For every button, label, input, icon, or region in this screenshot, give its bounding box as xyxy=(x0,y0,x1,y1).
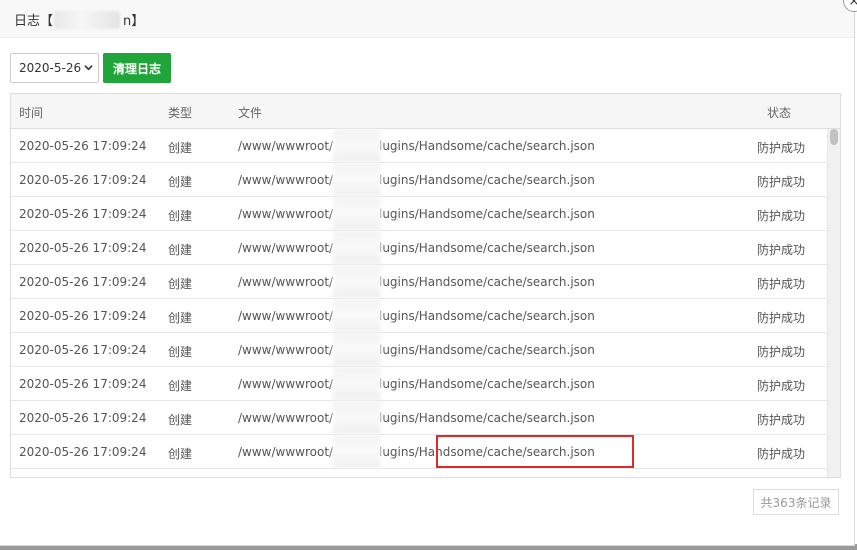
cell-type: 创建 xyxy=(168,379,193,393)
cell-type: 创建 xyxy=(168,311,193,325)
cell-time: 2020-05-26 17:09:24 xyxy=(19,275,147,289)
redaction-blur xyxy=(333,129,381,162)
table-row: 2020-05-26 17:09:24 创建/www/wwwroot/ n/usr… xyxy=(11,401,828,435)
redaction-blur xyxy=(333,401,381,434)
cell-time: 2020-05-26 17:09:24 xyxy=(19,241,147,255)
cell-file: /www/wwwroot/ n/usr/plugins/Handsome/cac… xyxy=(238,377,595,391)
cell-time: 2020-05-26 17:09:24 xyxy=(19,377,147,391)
table-row: 2020-05-26 17:09:24 创建/www/wwwroot/ n/usr… xyxy=(11,231,828,265)
cell-type: 创建 xyxy=(168,277,193,291)
cell-time: 2020-05-26 17:09:24 xyxy=(19,445,147,459)
header-type: 类型 xyxy=(168,106,193,120)
header-file: 文件 xyxy=(238,106,263,120)
cell-time: 2020-05-26 17:09:24 xyxy=(19,411,147,425)
cell-state: 防护成功 xyxy=(757,345,806,359)
cell-time: 2020-05-26 17:09:24 xyxy=(19,173,147,187)
cell-time: 2020-05-26 17:09:24 xyxy=(19,343,147,357)
cell-type: 创建 xyxy=(168,175,193,189)
dialog-title-suffix: n】 xyxy=(123,14,145,29)
cell-type: 创建 xyxy=(168,209,193,223)
table-row: 2020-05-26 17:09:24 创建/www/wwwroot/ n/usr… xyxy=(11,435,828,469)
table-header: 时间 类型 文件 状态 xyxy=(11,94,840,129)
table-scrollbar[interactable] xyxy=(827,129,840,477)
table-row: 2020-05-26 17:09:24 创建/www/wwwroot/ n/usr… xyxy=(11,299,828,333)
clear-log-button[interactable]: 清理日志 xyxy=(103,53,172,83)
cell-file: /www/wwwroot/ n/usr/plugins/Handsome/cac… xyxy=(238,343,595,357)
cell-state: 防护成功 xyxy=(757,379,806,393)
cell-type: 创建 xyxy=(168,345,193,359)
highlight-annotation xyxy=(436,435,634,468)
dialog-title-prefix: 日志【 xyxy=(14,14,54,29)
redaction-blur xyxy=(333,163,381,196)
log-toolbar: 2020-5-26 清理日志 xyxy=(10,53,172,83)
cell-state: 防护成功 xyxy=(757,311,806,325)
cell-type: 创建 xyxy=(168,243,193,257)
redacted-site-name xyxy=(54,10,121,29)
cell-state: 防护成功 xyxy=(757,209,806,223)
table-row: 2020-05-26 17:09:24 创建/www/wwwroot/ n/usr… xyxy=(11,265,828,299)
redaction-blur xyxy=(333,197,381,230)
cell-time: 2020-05-26 17:09:24 xyxy=(19,139,147,153)
redaction-blur xyxy=(333,299,381,332)
cell-file: /www/wwwroot/ n/usr/plugins/Handsome/cac… xyxy=(238,309,595,323)
cell-state: 防护成功 xyxy=(757,277,806,291)
redaction-blur xyxy=(333,333,381,366)
cell-file: /www/wwwroot/ n/usr/plugins/Handsome/cac… xyxy=(238,173,595,187)
date-select-value: 2020-5-26 xyxy=(19,61,82,75)
table-row: 2020-05-26 17:09:24 创建/www/wwwroot/ n/usr… xyxy=(11,333,828,367)
table-row: 2020-05-26 17:09:24 创建/www/wwwroot/ n/usr… xyxy=(11,163,828,197)
record-count: 共363条记录 xyxy=(753,489,839,515)
cell-state: 防护成功 xyxy=(757,175,806,189)
table-body: 2020-05-26 17:09:24 创建/www/wwwroot/ n/usr… xyxy=(11,129,828,469)
table-row: 2020-05-26 17:09:24 创建/www/wwwroot/ n/usr… xyxy=(11,367,828,401)
dialog-titlebar: 日志【 n】 xyxy=(0,0,854,38)
header-time: 时间 xyxy=(19,106,44,120)
cell-type: 创建 xyxy=(168,447,193,461)
cell-state: 防护成功 xyxy=(757,447,806,461)
redaction-blur xyxy=(333,231,381,264)
cell-time: 2020-05-26 17:09:24 xyxy=(19,309,147,323)
redaction-blur xyxy=(333,435,381,468)
cell-file: /www/wwwroot/ n/usr/plugins/Handsome/cac… xyxy=(238,275,595,289)
scrollbar-thumb[interactable] xyxy=(830,129,838,145)
cell-state: 防护成功 xyxy=(757,141,806,155)
date-select[interactable]: 2020-5-26 xyxy=(10,53,99,83)
table-row: 2020-05-26 17:09:24 创建/www/wwwroot/ n/usr… xyxy=(11,129,828,163)
cell-file: /www/wwwroot/ n/usr/plugins/Handsome/cac… xyxy=(238,139,595,153)
redaction-blur xyxy=(333,265,381,298)
cell-type: 创建 xyxy=(168,141,193,155)
log-table: 时间 类型 文件 状态 2020-05-26 17:09:24 创建/www/ww… xyxy=(10,93,841,478)
dialog-title: 日志【 n】 xyxy=(14,10,144,29)
log-dialog: 日志【 n】 2020-5-26 清理日志 时间 类型 文件 状态 2020-0… xyxy=(0,0,855,546)
chevron-down-icon xyxy=(84,65,93,71)
cell-state: 防护成功 xyxy=(757,413,806,427)
cell-time: 2020-05-26 17:09:24 xyxy=(19,207,147,221)
cell-file: /www/wwwroot/ n/usr/plugins/Handsome/cac… xyxy=(238,207,595,221)
table-row: 2020-05-26 17:09:24 创建/www/wwwroot/ n/usr… xyxy=(11,197,828,231)
cell-type: 创建 xyxy=(168,413,193,427)
cell-state: 防护成功 xyxy=(757,243,806,257)
cell-file: /www/wwwroot/ n/usr/plugins/Handsome/cac… xyxy=(238,411,595,425)
cell-file: /www/wwwroot/ n/usr/plugins/Handsome/cac… xyxy=(238,241,595,255)
header-state: 状态 xyxy=(767,106,792,120)
redaction-blur xyxy=(333,367,381,400)
